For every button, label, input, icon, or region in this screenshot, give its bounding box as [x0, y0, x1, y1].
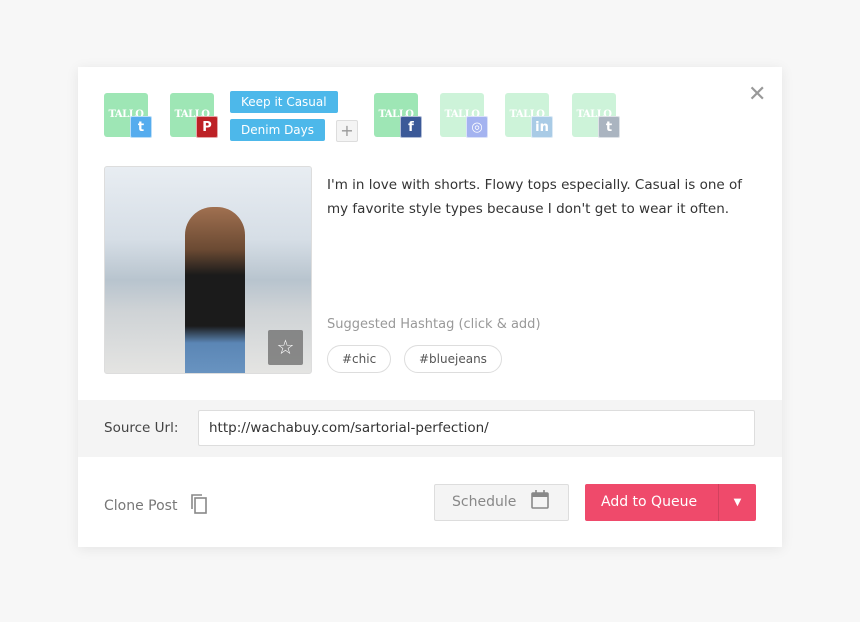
post-text[interactable]: I'm in love with shorts. Flowy tops espe… [327, 173, 757, 221]
instagram-icon: ◎ [466, 116, 488, 138]
label-denim-days[interactable]: Denim Days [230, 119, 326, 141]
linkedin-icon: in [531, 116, 553, 138]
copy-icon [191, 494, 207, 514]
label-keep-it-casual[interactable]: Keep it Casual [230, 91, 338, 113]
post-editor-modal: TALLO t TALLO P TALLO f TALLO ◎ TALLO in TALLO t Ke… [78, 67, 782, 547]
photo-subject [185, 207, 245, 373]
schedule-button[interactable]: Schedule [434, 484, 569, 521]
suggested-hashtag-label: Suggested Hashtag (click & add) [327, 317, 541, 332]
source-url-label: Source Url: [104, 420, 179, 436]
add-to-queue-label: Add to Queue [601, 494, 698, 510]
add-label-button[interactable]: + [336, 120, 358, 142]
account-instagram[interactable]: TALLO ◎ [440, 93, 488, 141]
clone-post-button[interactable]: Clone Post [104, 494, 208, 514]
pinterest-icon: P [196, 116, 218, 138]
account-twitter[interactable]: TALLO t [104, 93, 152, 141]
twitter-icon: t [130, 116, 152, 138]
post-image: ☆ [104, 166, 312, 374]
account-tumblr[interactable]: TALLO t [572, 93, 620, 141]
facebook-icon: f [400, 116, 422, 138]
star-icon[interactable]: ☆ [268, 330, 303, 365]
hashtag-chic[interactable]: #chic [327, 345, 392, 373]
account-pinterest[interactable]: TALLO P [170, 93, 218, 141]
add-to-queue-button[interactable]: Add to Queue ▼ [585, 484, 756, 521]
calendar-icon [530, 490, 549, 509]
account-facebook[interactable]: TALLO f [374, 93, 422, 141]
clone-post-label: Clone Post [104, 498, 178, 514]
account-linkedin[interactable]: TALLO in [505, 93, 553, 141]
hashtag-bluejeans[interactable]: #bluejeans [404, 345, 502, 373]
source-url-row: Source Url: http://wachabuy.com/sartoria… [78, 400, 782, 457]
schedule-label: Schedule [452, 494, 517, 510]
queue-dropdown-caret-icon[interactable]: ▼ [718, 484, 756, 521]
source-url-input[interactable]: http://wachabuy.com/sartorial-perfection… [198, 410, 755, 446]
close-icon[interactable]: ✕ [748, 82, 766, 107]
tumblr-icon: t [598, 116, 620, 138]
